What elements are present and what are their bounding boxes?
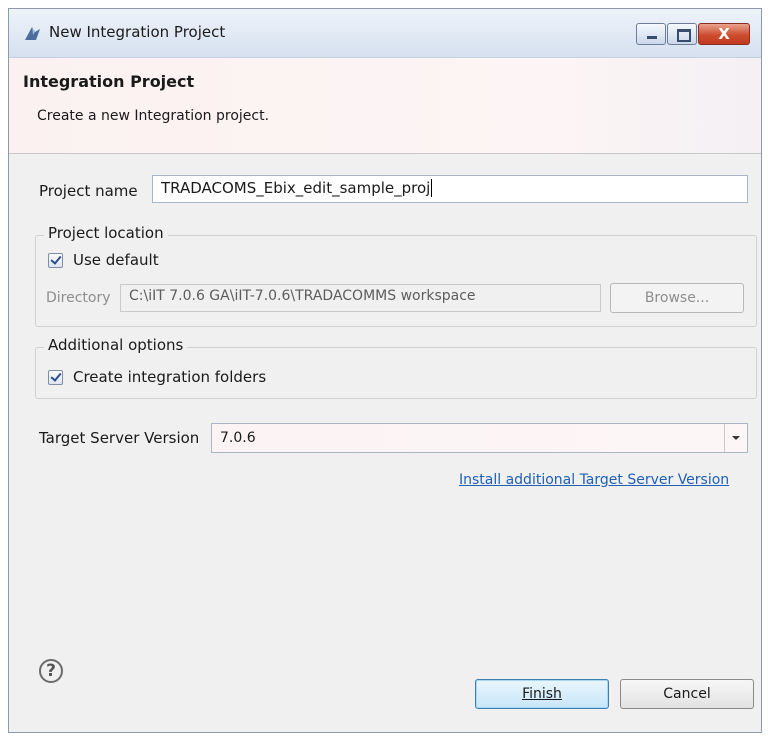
- chevron-down-icon[interactable]: [724, 424, 747, 452]
- cancel-button[interactable]: Cancel: [620, 679, 754, 709]
- target-server-version-value: 7.0.6: [220, 430, 256, 446]
- window-title: New Integration Project: [49, 23, 226, 41]
- directory-input[interactable]: C:\iIT 7.0.6 GA\iIT-7.0.6\TRADACOMMS wor…: [120, 284, 601, 312]
- help-icon[interactable]: ?: [39, 659, 63, 683]
- minimize-button[interactable]: [636, 23, 666, 45]
- directory-label: Directory: [46, 290, 111, 306]
- use-default-label: Use default: [73, 251, 159, 269]
- finish-button[interactable]: Finish: [475, 679, 609, 709]
- page-description: Create a new Integration project.: [37, 108, 270, 124]
- maximize-button[interactable]: [667, 23, 697, 45]
- additional-options-legend: Additional options: [44, 336, 188, 354]
- target-server-version-select[interactable]: 7.0.6: [211, 423, 748, 453]
- page-title: Integration Project: [23, 72, 195, 91]
- target-server-version-label: Target Server Version: [39, 429, 200, 447]
- project-name-input[interactable]: TRADACOMS_Ebix_edit_sample_proj: [152, 175, 748, 203]
- close-icon: X: [718, 25, 730, 43]
- project-name-label: Project name: [39, 182, 138, 200]
- eclipse-app-icon: [25, 27, 40, 40]
- wizard-header: Integration Project Create a new Integra…: [9, 58, 761, 154]
- title-bar[interactable]: New Integration Project X: [9, 9, 761, 58]
- project-location-legend: Project location: [44, 224, 168, 242]
- create-integration-folders-label: Create integration folders: [73, 368, 267, 386]
- use-default-checkbox[interactable]: [48, 253, 63, 268]
- new-integration-project-dialog: New Integration Project X Integration Pr…: [8, 8, 762, 733]
- project-name-value: TRADACOMS_Ebix_edit_sample_proj: [161, 179, 431, 197]
- directory-value: C:\iIT 7.0.6 GA\iIT-7.0.6\TRADACOMMS wor…: [129, 288, 476, 304]
- close-button[interactable]: X: [698, 23, 750, 45]
- browse-button[interactable]: Browse...: [610, 283, 744, 313]
- create-integration-folders-checkbox[interactable]: [48, 370, 63, 385]
- project-location-group: Project location: [35, 224, 757, 327]
- install-target-server-link[interactable]: Install additional Target Server Version: [459, 472, 729, 488]
